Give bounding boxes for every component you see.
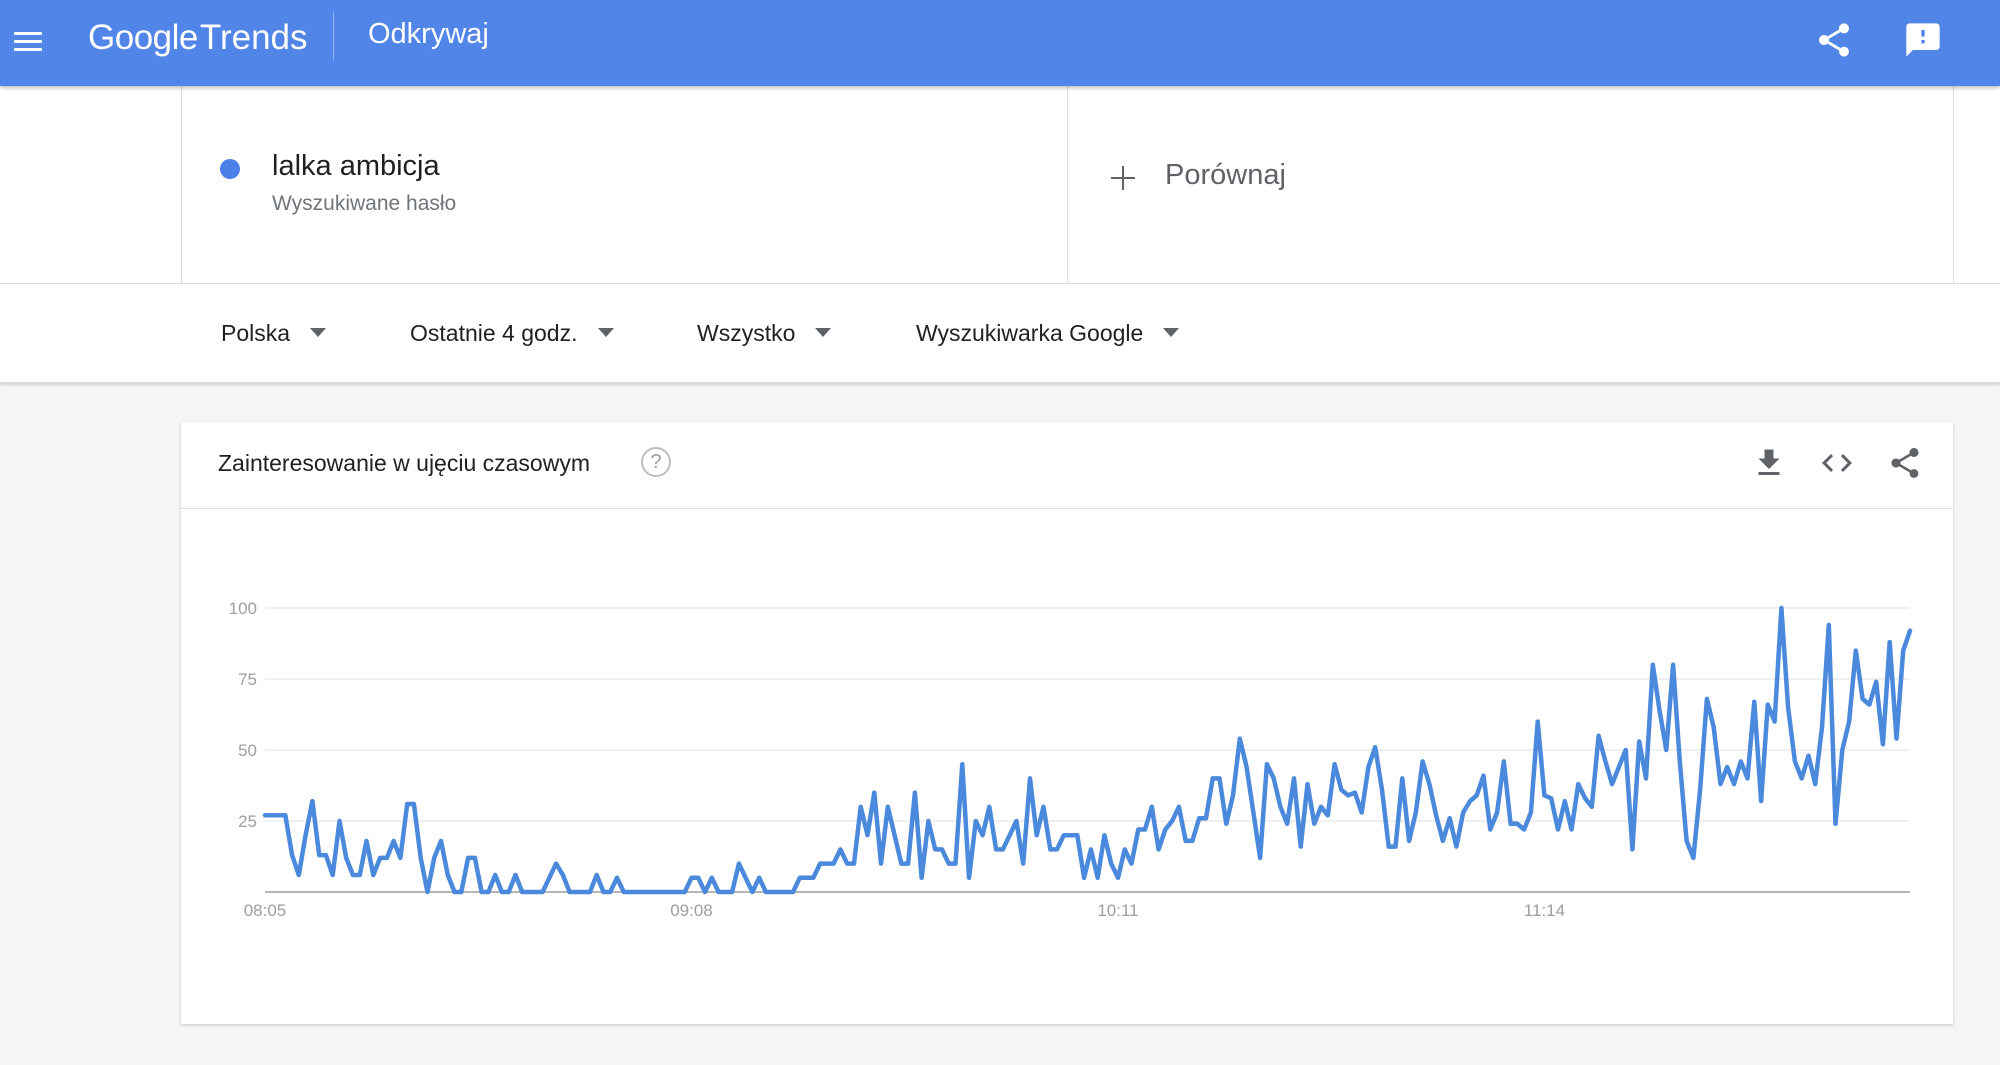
google-trends-logo[interactable]: Google Trends <box>88 18 308 66</box>
search-term-card[interactable]: lalka ambicja Wyszukiwane hasło <box>181 86 1068 283</box>
y-tick-label: 25 <box>238 812 257 831</box>
compare-label: Porównaj <box>1165 159 1286 191</box>
x-tick-label: 08:05 <box>244 901 287 920</box>
region-dropdown[interactable]: Polska <box>221 320 327 347</box>
region-value: Polska <box>221 320 291 346</box>
search-term-name[interactable]: lalka ambicja <box>272 150 440 183</box>
top-app-bar: Google Trends Odkrywaj <box>0 0 2000 86</box>
compare-button[interactable]: Porównaj <box>1067 86 1954 283</box>
filters-bar: Polska Ostatnie 4 godz. Wszystko Wyszuki… <box>0 284 2000 383</box>
share-icon[interactable] <box>1814 20 1854 60</box>
interest-over-time-card: Zainteresowanie w ujęciu czasowym ? 25 50… <box>181 422 1953 1024</box>
logo-trends-text: Trends <box>199 18 308 57</box>
menu-icon[interactable] <box>12 22 44 62</box>
feedback-icon[interactable] <box>1903 20 1943 60</box>
page-title: Odkrywaj <box>368 18 489 50</box>
time-range-value: Ostatnie 4 godz. <box>410 320 578 346</box>
x-tick-label: 10:11 <box>1097 901 1138 920</box>
header-divider <box>333 12 334 60</box>
y-tick-label: 50 <box>238 741 257 760</box>
time-range-dropdown[interactable]: Ostatnie 4 godz. <box>410 320 614 347</box>
category-value: Wszystko <box>697 320 796 346</box>
dropdown-arrow-icon <box>1163 328 1180 338</box>
search-property-dropdown[interactable]: Wyszukiwarka Google <box>916 320 1180 347</box>
search-terms-panel: lalka ambicja Wyszukiwane hasło Porównaj <box>0 86 2000 284</box>
dropdown-arrow-icon <box>815 328 832 338</box>
dropdown-arrow-icon <box>597 328 614 338</box>
term-color-dot <box>220 159 240 179</box>
dropdown-arrow-icon <box>310 328 327 338</box>
search-property-value: Wyszukiwarka Google <box>916 320 1144 346</box>
logo-google-text: Google <box>88 18 198 57</box>
category-dropdown[interactable]: Wszystko <box>697 320 832 347</box>
search-term-type: Wyszukiwane hasło <box>272 192 457 215</box>
x-tick-label: 09:08 <box>670 901 713 920</box>
interest-line-chart[interactable]: 25 50 75 100 08:05 09:08 10:11 11:14 <box>181 422 1953 1024</box>
y-tick-label: 100 <box>229 599 257 618</box>
plus-icon <box>1111 166 1135 190</box>
x-tick-label: 11:14 <box>1524 901 1565 920</box>
y-tick-label: 75 <box>238 670 257 689</box>
